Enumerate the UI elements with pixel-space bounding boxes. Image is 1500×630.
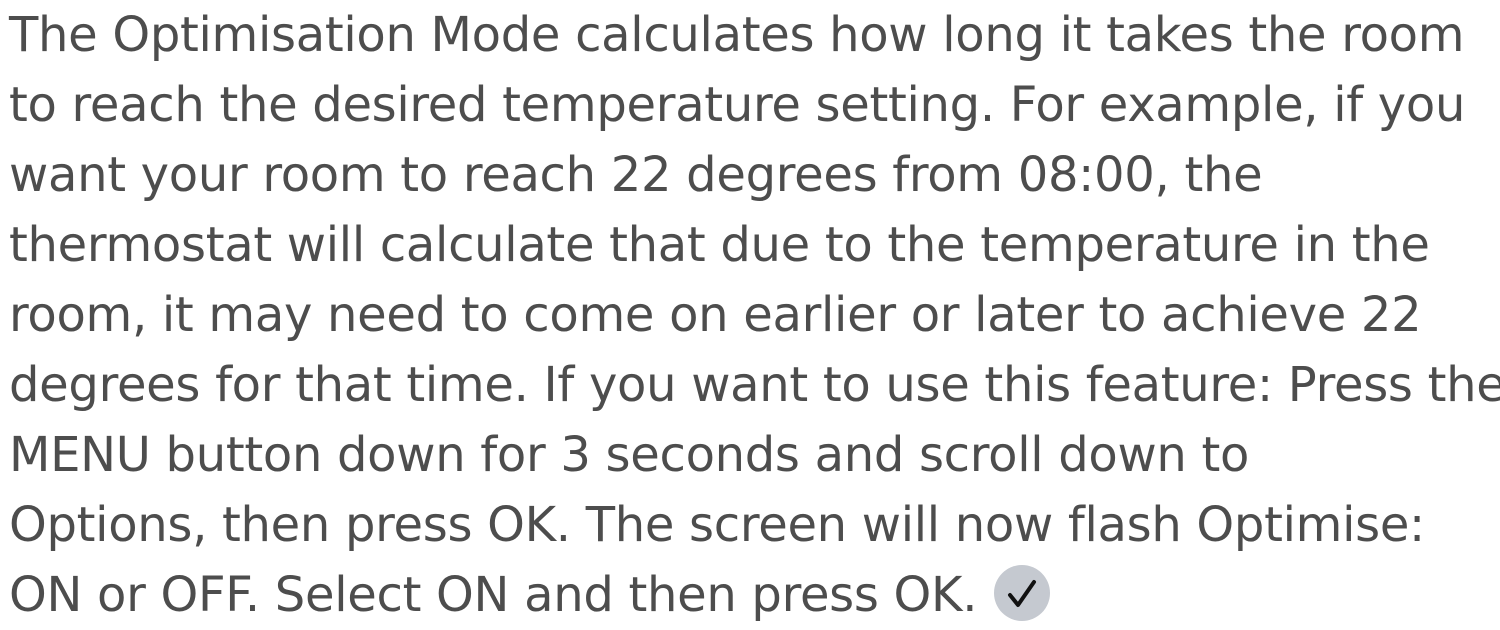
paragraph-line-3: want your room to reach 22 degrees from …: [9, 147, 1263, 203]
checkmark-badge: [994, 565, 1051, 621]
paragraph-line-9: ON or OFF. Select ON and then press OK.: [9, 567, 978, 623]
paragraph-line-8: Options, then press OK. The screen will …: [9, 497, 1425, 553]
paragraph-line-6: degrees for that time. If you want to us…: [9, 357, 1500, 413]
checkmark-icon: [1008, 580, 1037, 607]
paragraph-line-7: MENU button down for 3 seconds and scrol…: [9, 427, 1250, 483]
paragraph-line-2: to reach the desired temperature setting…: [9, 77, 1466, 133]
paragraph-line-5: room, it may need to come on earlier or …: [9, 287, 1422, 343]
paragraph-line-4: thermostat will calculate that due to th…: [9, 217, 1430, 273]
paragraph-line-1: The Optimisation Mode calculates how lon…: [9, 7, 1465, 63]
paragraph-line-9-wrapper: ON or OFF. Select ON and then press OK.: [9, 560, 1497, 630]
instruction-paragraph: The Optimisation Mode calculates how lon…: [9, 0, 1500, 630]
